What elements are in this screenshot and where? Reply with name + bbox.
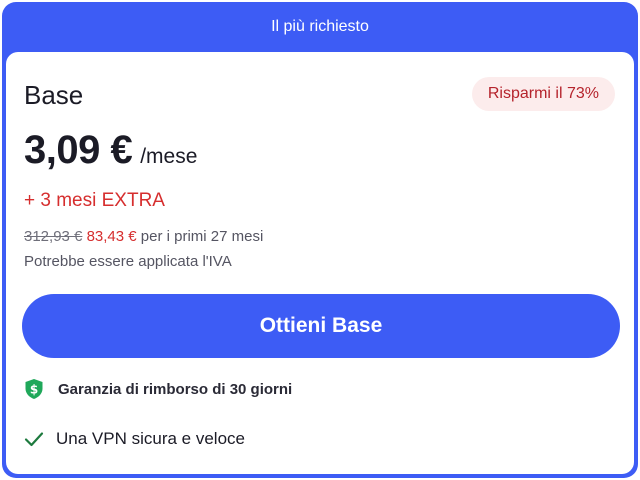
feature-secure-vpn: Una VPN sicura e veloce — [24, 429, 245, 449]
discounted-price: 83,43 € — [86, 228, 137, 245]
guarantee-label: Garanzia di rimborso di 30 giorni — [58, 380, 293, 398]
extra-months-promo: + 3 mesi EXTRA — [24, 190, 165, 211]
original-price: 312,93 € — [24, 228, 83, 245]
price-row: 3,09 € /mese — [24, 128, 197, 173]
plan-name: Base — [24, 80, 84, 110]
most-popular-banner: Il più richiesto — [2, 2, 638, 52]
svg-text:$: $ — [30, 383, 38, 397]
savings-badge-label: Risparmi il 73% — [487, 85, 599, 102]
savings-badge: Risparmi il 73% — [471, 77, 615, 111]
plan-card-body: Base Risparmi il 73% 3,09 € /mese + 3 me… — [6, 52, 634, 474]
checkmark-icon — [24, 431, 44, 447]
plan-card: Il più richiesto Base Risparmi il 73% 3,… — [2, 2, 638, 478]
vat-note: Potrebbe essere applicata l'IVA — [24, 253, 232, 270]
get-base-button-label: Ottieni Base — [259, 314, 383, 337]
billing-period-text: per i primi 27 mesi — [140, 228, 264, 245]
shield-dollar-icon: $ — [24, 378, 44, 400]
most-popular-label: Il più richiesto — [271, 18, 369, 35]
pricing-details: 312,93 € 83,43 € per i primi 27 mesi — [24, 228, 263, 245]
vpn-feature-label: Una VPN sicura e veloce — [56, 429, 245, 448]
price-period: /mese — [140, 145, 198, 168]
monthly-price: 3,09 € — [24, 128, 133, 172]
feature-money-back-guarantee: $ Garanzia di rimborso di 30 giorni — [24, 378, 292, 400]
get-base-button[interactable]: Ottieni Base — [22, 294, 620, 358]
